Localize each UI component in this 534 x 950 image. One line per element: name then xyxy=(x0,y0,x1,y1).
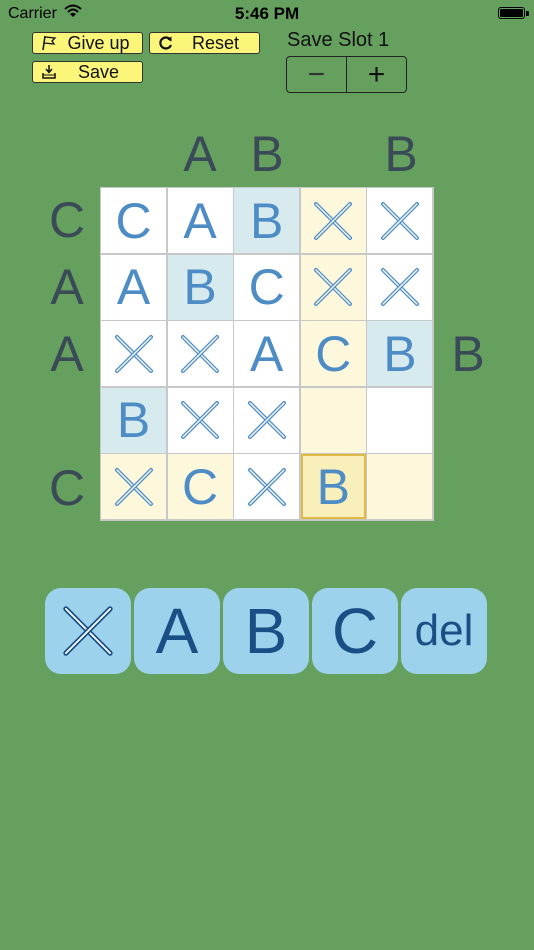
cell-letter: C xyxy=(248,259,285,316)
slot-decrement-button[interactable]: − xyxy=(287,57,347,92)
grid-cell[interactable] xyxy=(367,188,433,253)
grid-cell[interactable]: B xyxy=(167,254,233,320)
cell-letter: A xyxy=(250,325,284,382)
save-label: Save xyxy=(77,61,120,82)
right-clue: B xyxy=(451,326,485,382)
top-clue: A xyxy=(183,126,217,182)
status-time: 5:46 PM xyxy=(234,4,300,23)
grid-cell[interactable]: C xyxy=(234,254,300,320)
left-clue xyxy=(34,388,100,454)
key-b[interactable]: B xyxy=(223,588,309,674)
grid-cell[interactable] xyxy=(300,387,366,453)
reset-label: Reset xyxy=(191,32,240,53)
cross-mark-icon xyxy=(380,201,420,241)
left-clue: A xyxy=(50,259,84,315)
grid-cell[interactable]: B xyxy=(300,454,366,520)
cross-mark-icon xyxy=(114,467,154,507)
flag-icon xyxy=(37,35,61,51)
slot-increment-button[interactable]: + xyxy=(347,57,406,92)
grid-cell[interactable]: C xyxy=(101,188,166,253)
cell-letter: B xyxy=(250,192,284,249)
cross-mark-icon xyxy=(380,267,420,307)
give-up-label: Give up xyxy=(67,32,130,53)
battery-icon xyxy=(498,7,525,19)
cross-mark-icon xyxy=(180,334,220,374)
battery-tip xyxy=(526,11,529,16)
cross-mark-icon xyxy=(247,467,287,507)
top-clue xyxy=(301,121,367,187)
grid-cell[interactable] xyxy=(300,254,366,320)
key-delete[interactable]: del xyxy=(401,588,487,674)
grid-cell[interactable] xyxy=(167,321,233,387)
right-clue xyxy=(435,455,501,521)
grid-cell[interactable]: A xyxy=(167,188,233,253)
puzzle-grid: CABABCACBBCB xyxy=(100,187,434,521)
cell-letter: B xyxy=(116,392,151,449)
grid-cell[interactable]: C xyxy=(300,321,366,387)
save-button[interactable]: Save xyxy=(32,61,143,83)
grid-cell[interactable]: A xyxy=(101,254,166,320)
grid-cell[interactable]: B xyxy=(367,321,433,387)
key-c[interactable]: C xyxy=(312,588,398,674)
cell-letter: B xyxy=(316,458,350,515)
grid-cell[interactable] xyxy=(234,387,300,453)
cross-mark-icon xyxy=(247,400,287,440)
cell-letter: C xyxy=(182,458,219,515)
grid-cell[interactable]: B xyxy=(101,387,166,453)
cross-mark-icon xyxy=(180,400,220,440)
grid-cell[interactable] xyxy=(367,387,433,453)
left-clue: C xyxy=(48,192,86,248)
give-up-button[interactable]: Give up xyxy=(32,32,143,54)
grid-cell[interactable] xyxy=(300,188,366,253)
grid-cell[interactable] xyxy=(367,254,433,320)
left-clue: C xyxy=(48,460,86,516)
top-clue xyxy=(100,121,166,187)
grid-cell[interactable] xyxy=(367,454,433,520)
grid-cell[interactable]: C xyxy=(167,454,233,520)
top-clue: B xyxy=(250,126,284,182)
left-clue: A xyxy=(50,326,84,382)
right-clue xyxy=(435,254,501,320)
save-slot-stepper: − + xyxy=(286,56,407,93)
refresh-icon xyxy=(154,35,178,51)
reset-button[interactable]: Reset xyxy=(149,32,260,54)
key-a[interactable]: A xyxy=(134,588,220,674)
status-bar: Carrier 5:46 PM xyxy=(0,0,534,28)
cell-letter: B xyxy=(183,259,217,316)
grid-cell[interactable] xyxy=(234,454,300,520)
grid-cell[interactable] xyxy=(167,387,233,453)
cell-letter: C xyxy=(315,325,352,382)
save-slot-label: Save Slot 1 xyxy=(287,29,390,51)
cell-letter: A xyxy=(116,259,151,316)
cell-letter: B xyxy=(383,325,417,382)
cross-mark-icon xyxy=(62,605,114,657)
grid-cell[interactable] xyxy=(101,454,166,520)
grid-cell[interactable]: B xyxy=(234,188,300,253)
cell-letter: A xyxy=(183,192,217,249)
cross-mark-icon xyxy=(313,267,353,307)
grid-cell[interactable] xyxy=(101,321,166,387)
cross-mark-icon xyxy=(114,334,154,374)
top-clue: B xyxy=(384,126,418,182)
key-cross[interactable] xyxy=(45,588,131,674)
cross-mark-icon xyxy=(313,201,353,241)
download-tray-icon xyxy=(37,64,61,80)
right-clue xyxy=(435,388,501,454)
right-clue xyxy=(435,187,501,253)
cell-letter: C xyxy=(115,192,152,249)
grid-cell[interactable]: A xyxy=(234,321,300,387)
